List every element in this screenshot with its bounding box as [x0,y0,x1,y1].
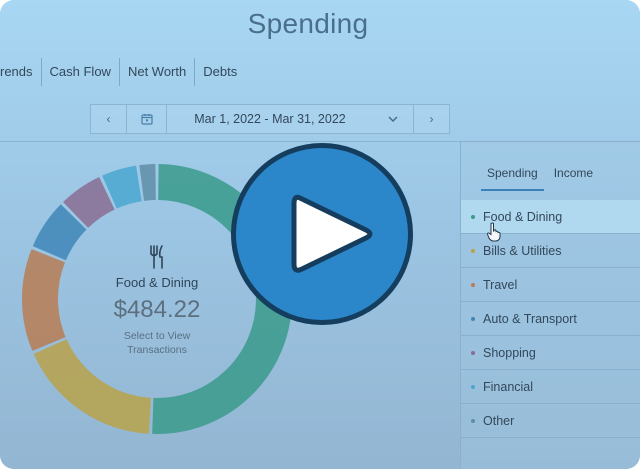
donut-slice[interactable] [32,204,87,261]
fork-knife-icon [82,245,232,271]
category-color-dot [471,282,475,287]
selected-category-amount: $484.22 [113,296,201,323]
nav-item-net-worth[interactable]: Net Worth [120,58,196,86]
category-color-dot [471,350,475,355]
category-label: Financial [483,379,534,394]
category-label: Travel [483,277,518,292]
tab-income[interactable]: Income [548,166,599,191]
video-thumbnail[interactable]: Spending rends Cash Flow Net Worth Debts… [0,0,640,469]
sidebar-category-item[interactable]: Auto & Transport [461,302,640,336]
chevron-down-icon[interactable] [373,105,413,133]
selected-category-name: Food & Dining [115,275,199,290]
nav-item-debts[interactable]: Debts [195,58,245,86]
sidebar-category-item[interactable]: Shopping [461,336,640,370]
category-color-dot [471,384,475,389]
donut-slice[interactable] [22,249,66,351]
category-label: Shopping [483,345,536,360]
donut-slice[interactable] [102,165,143,209]
sidebar-tabs: Spending Income [481,166,603,191]
donut-center-label: Food & Dining $484.22 Select to View Tra… [82,245,232,357]
category-label: Auto & Transport [483,311,577,326]
play-button[interactable] [231,143,413,325]
select-hint: Select to View Transactions [82,329,232,357]
category-label: Other [483,413,515,428]
hand-cursor-icon [486,222,502,247]
calendar-icon[interactable] [127,105,167,133]
tab-spending[interactable]: Spending [481,166,544,191]
nav-item-cash-flow[interactable]: Cash Flow [42,58,120,86]
category-sidebar: Spending Income Food & Dining Bills & Uti… [460,142,640,469]
select-hint-line2: Transactions [127,344,187,356]
category-color-dot [471,248,475,253]
play-icon [291,194,373,273]
date-range-picker: ‹ Mar 1, 2022 - Mar 31, 2022 › [90,104,450,134]
donut-slice[interactable] [139,164,157,201]
top-nav: rends Cash Flow Net Worth Debts [0,58,245,86]
date-range-label[interactable]: Mar 1, 2022 - Mar 31, 2022 [167,112,373,126]
sidebar-category-item[interactable]: Other [461,404,640,438]
page-title: Spending [247,8,369,39]
category-color-dot [471,316,475,321]
chevron-left-icon[interactable]: ‹ [91,105,127,133]
donut-slice[interactable] [63,177,116,229]
spending-screen: Spending rends Cash Flow Net Worth Debts… [0,0,640,469]
category-color-dot [471,214,475,219]
chevron-right-icon[interactable]: › [413,105,449,133]
select-hint-line1: Select to View [123,330,191,342]
sidebar-category-item[interactable]: Financial [461,370,640,404]
nav-item-trends[interactable]: rends [0,58,42,86]
category-color-dot [471,418,475,423]
sidebar-category-item[interactable]: Travel [461,268,640,302]
